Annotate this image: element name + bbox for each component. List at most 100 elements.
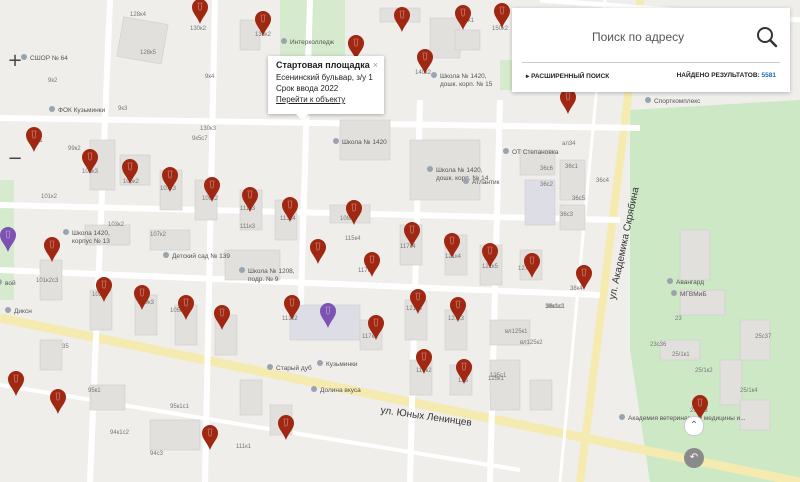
- building-number: 140к2: [415, 70, 432, 76]
- back-button[interactable]: ↶: [684, 448, 704, 468]
- svg-text:подр. № 9: подр. № 9: [248, 276, 279, 283]
- poi-icon: [281, 38, 287, 44]
- svg-text:МГВМиБ: МГВМиБ: [680, 291, 707, 298]
- poi-icon: [267, 364, 273, 370]
- svg-text:Школа № 1420,: Школа № 1420,: [440, 73, 487, 80]
- svg-text:дошк. корп. № 15: дошк. корп. № 15: [440, 81, 493, 88]
- svg-text:Старый дуб: Старый дуб: [276, 364, 312, 372]
- building-number: 25/1к1: [672, 352, 690, 358]
- svg-text:СШОР № 64: СШОР № 64: [30, 55, 68, 62]
- poi-label[interactable]: Кузьминки: [317, 360, 358, 368]
- search-icon[interactable]: [756, 26, 778, 48]
- building-number: 95к1с1: [170, 404, 190, 410]
- poi-icon: [317, 360, 323, 366]
- zoom-out-button[interactable]: −: [6, 150, 24, 168]
- svg-text:Детский сад № 139: Детский сад № 139: [172, 252, 230, 260]
- svg-text:Школа 1420,: Школа 1420,: [72, 230, 110, 237]
- poi-icon: [619, 414, 625, 420]
- building-number: 150к2: [492, 26, 509, 32]
- popup-address: Есенинский бульвар, з/у 1: [276, 73, 373, 82]
- building-number: 101к2с3: [36, 278, 59, 284]
- svg-text:корпус № 13: корпус № 13: [72, 238, 110, 245]
- poi-icon: [333, 138, 339, 144]
- advanced-search-link[interactable]: РАСШИРЕННЫЙ ПОИСК: [526, 72, 609, 80]
- results-number: 5581: [761, 72, 776, 79]
- search-placeholder: Поиск по адресу: [592, 30, 685, 44]
- building-number: вл125к1: [505, 329, 528, 335]
- svg-text:Школа № 1420,: Школа № 1420,: [436, 167, 483, 174]
- poi-icon: [667, 278, 673, 284]
- svg-text:Долина вкуса: Долина вкуса: [320, 387, 361, 394]
- building-number: 130к2: [190, 26, 207, 32]
- building-number: 128к5: [140, 50, 157, 56]
- poi-icon: [503, 148, 509, 154]
- poi-label[interactable]: Диксн: [5, 307, 32, 315]
- building-number: 130к3: [200, 126, 217, 132]
- building-number: 117к4: [400, 244, 416, 250]
- svg-text:вой: вой: [5, 279, 16, 287]
- svg-text:Атлантик: Атлантик: [472, 179, 500, 186]
- poi-label[interactable]: ФОК Кузьминки: [49, 106, 106, 114]
- poi-icon: [239, 267, 245, 273]
- building-number: вл125к2: [520, 340, 543, 346]
- building-number: 38к1с1: [546, 304, 566, 310]
- poi-label[interactable]: Школа № 1420,дошк. корп. № 15: [431, 72, 493, 88]
- poi-label[interactable]: Интерколледж: [281, 38, 335, 46]
- object-marker[interactable]: [192, 0, 208, 24]
- building-number: 115к4: [345, 236, 361, 242]
- building-number: 107к2: [150, 232, 167, 238]
- building-number: 125с1: [490, 373, 507, 379]
- building-number: 23: [675, 316, 682, 322]
- poi-label[interactable]: СШОР № 64: [21, 54, 68, 62]
- search-divider: [522, 62, 780, 63]
- address-search-field[interactable]: Поиск по адресу: [512, 8, 790, 62]
- building-number: 128к4: [130, 12, 147, 18]
- building-number: 9к3: [118, 106, 128, 112]
- building-number: 36с2: [540, 182, 554, 188]
- poi-icon: [671, 290, 677, 296]
- building-number: 36с1: [565, 164, 579, 170]
- building-number: 25/1к4: [740, 388, 758, 394]
- svg-text:Школа № 1208,: Школа № 1208,: [248, 268, 295, 275]
- poi-label[interactable]: Детский сад № 139: [163, 252, 230, 260]
- building-number: 35: [62, 344, 69, 350]
- poi-icon: [431, 72, 437, 78]
- building-number: 94с3: [150, 451, 164, 457]
- svg-text:ОТ Степановка: ОТ Степановка: [512, 149, 559, 156]
- poi-icon: [463, 178, 469, 184]
- poi-icon: [163, 252, 169, 258]
- svg-text:Авангард: Авангард: [676, 279, 704, 286]
- svg-text:Кузьминки: Кузьминки: [326, 361, 358, 368]
- svg-text:ФОК Кузьминки: ФОК Кузьминки: [58, 107, 106, 114]
- poi-label[interactable]: ОТ Степановка: [503, 148, 559, 156]
- building-number: 99к2: [68, 146, 81, 152]
- building-number: 25/1к2: [695, 368, 713, 374]
- zoom-in-button[interactable]: +: [6, 52, 24, 70]
- svg-text:Спорткомплекс: Спорткомплекс: [654, 98, 701, 105]
- results-label: НАЙДЕНО РЕЗУЛЬТАТОВ:: [676, 72, 760, 79]
- building-number: 23с36: [650, 342, 667, 348]
- building-number: 95к1: [88, 388, 101, 394]
- scroll-up-button[interactable]: ⌃: [684, 416, 704, 436]
- building-number: 103к2: [108, 222, 125, 228]
- results-count: НАЙДЕНО РЕЗУЛЬТАТОВ: 5581: [677, 72, 776, 79]
- building-number: 36с5: [572, 196, 586, 202]
- building-number: 36с3: [560, 212, 574, 218]
- poi-icon: [311, 386, 317, 392]
- building-number: 101к2: [41, 194, 58, 200]
- poi-icon: [63, 229, 69, 235]
- svg-text:Диксн: Диксн: [14, 308, 32, 315]
- popup-title: Стартовая площадка: [276, 60, 370, 70]
- building-number: 113к2: [282, 316, 298, 322]
- building-number: 25с37: [755, 334, 772, 340]
- building-number: 9к5с7: [192, 136, 208, 142]
- poi-label[interactable]: Спорткомплекс: [645, 97, 701, 105]
- popup-close-button[interactable]: ×: [373, 60, 378, 70]
- building-number: 36с6: [540, 166, 554, 172]
- poi-label[interactable]: Академия ветеринарной медицины и...: [619, 414, 746, 422]
- popup-object-link[interactable]: Перейти к объекту: [276, 95, 376, 104]
- poi-label[interactable]: Школа № 1420: [333, 138, 387, 146]
- poi-icon: [5, 307, 11, 313]
- building-number: 9к2: [48, 78, 58, 84]
- building-number: 94к1с2: [110, 430, 130, 436]
